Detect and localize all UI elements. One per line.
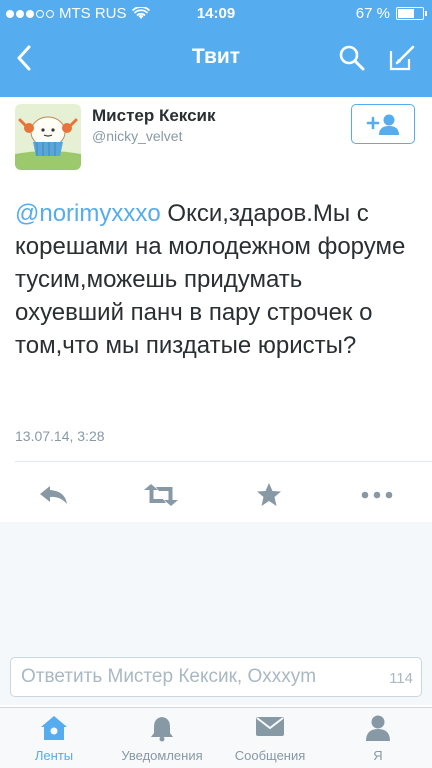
compose-icon [389,45,415,71]
tab-label: Уведомления [121,748,203,763]
search-button[interactable] [334,40,370,76]
envelope-icon [256,717,284,736]
more-button[interactable] [357,480,397,510]
author-name[interactable]: Мистер Кексик [92,106,215,126]
reply-button[interactable] [34,480,74,510]
avatar[interactable] [15,104,81,170]
star-icon [257,483,281,506]
tweet-text: @norimyxxxo Окси,здаров.Мы с корешами на… [15,197,417,362]
home-icon [41,716,67,740]
nav-bar: Твит [0,28,432,97]
retweet-button[interactable] [141,480,181,510]
divider [15,461,432,462]
tab-bar: Ленты Уведомления Сообщения Я [0,707,432,768]
tab-messages[interactable]: Сообщения [216,708,324,768]
follow-button[interactable] [351,104,415,144]
tab-me[interactable]: Я [324,708,432,768]
search-icon [339,45,365,71]
bell-icon [151,717,173,742]
tweet-actions [0,474,432,514]
favorite-button[interactable] [249,480,289,510]
char-counter: 114 [389,670,413,687]
battery-percent: 67 % [355,5,390,22]
retweet-icon [144,484,178,506]
tab-notifications[interactable]: Уведомления [108,708,216,768]
reply-icon [40,486,67,504]
add-user-icon [366,114,399,135]
status-right: 67 % [355,5,427,22]
tab-label: Ленты [34,748,74,763]
tab-label: Я [373,748,383,763]
more-dots-icon [361,491,393,499]
tweet-timestamp: 13.07.14, 3:28 [15,428,105,444]
top-bar: MTS RUS 14:09 67 % Твит [0,0,432,97]
cupcake-avatar-image [15,104,81,170]
battery-icon [396,7,427,20]
reply-input[interactable] [11,658,421,696]
mention-link[interactable]: @norimyxxxo [15,200,161,227]
compose-button[interactable] [384,40,420,76]
tab-label: Сообщения [234,748,306,763]
reply-box[interactable]: 114 [10,657,422,697]
author-handle[interactable]: @nicky_velvet [92,128,182,144]
tab-timelines[interactable]: Ленты [0,708,108,768]
status-bar: MTS RUS 14:09 67 % [0,0,432,28]
person-icon [366,715,390,741]
